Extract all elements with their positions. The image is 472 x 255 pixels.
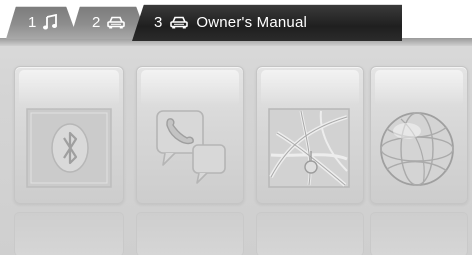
- phone-chat-icon: [156, 110, 226, 184]
- tab-owners-manual[interactable]: 3 Owner's Manual: [132, 4, 402, 41]
- tab-owners-manual-label: Owner's Manual: [196, 13, 308, 31]
- bluetooth-tile[interactable]: [14, 66, 124, 204]
- internet-tile[interactable]: [370, 66, 468, 204]
- navigation-tile[interactable]: [256, 66, 364, 204]
- tab-vehicle-content: 2: [92, 13, 126, 31]
- ghost-tile: [256, 212, 364, 255]
- bluetooth-icon: [26, 108, 112, 188]
- car-icon: [107, 16, 126, 29]
- navigation-map-icon: [268, 108, 350, 188]
- internet-globe-icon: [380, 112, 454, 186]
- ghost-tile: [14, 212, 124, 255]
- infotainment-screen: 1 2 3 Owner's Manual: [0, 0, 472, 255]
- tab-music-number: 1: [28, 13, 37, 31]
- music-note-icon: [43, 14, 58, 30]
- tab-owners-manual-number: 3: [154, 13, 163, 31]
- phone-tile[interactable]: [136, 66, 244, 204]
- car-icon: [170, 16, 189, 29]
- tab-music[interactable]: 1: [6, 6, 78, 38]
- tab-vehicle-number: 2: [92, 13, 101, 31]
- tab-music-content: 1: [28, 13, 58, 31]
- ghost-tile: [136, 212, 244, 255]
- ghost-tile: [370, 212, 468, 255]
- tab-owners-manual-content: 3 Owner's Manual: [154, 14, 307, 31]
